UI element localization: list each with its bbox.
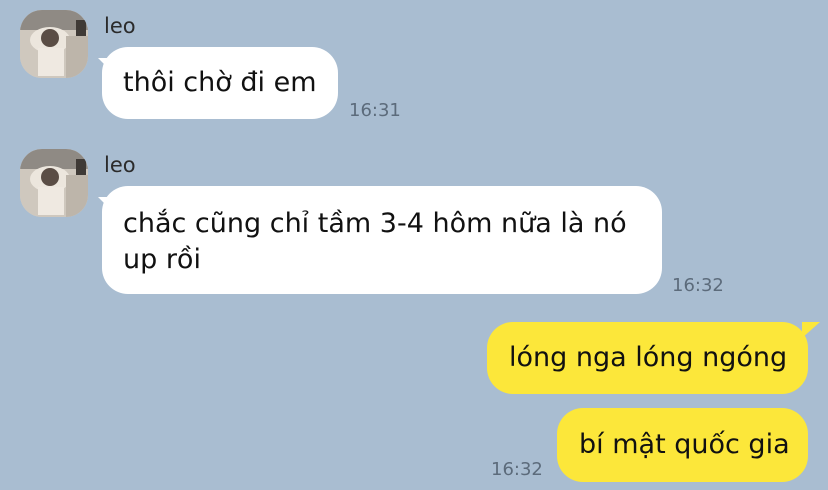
message-bubble-incoming[interactable]: thôi chờ đi em: [102, 47, 338, 119]
avatar[interactable]: [20, 149, 88, 217]
message-time: 16:31: [349, 100, 401, 121]
message-bubble-outgoing[interactable]: lóng nga lóng ngóng: [487, 322, 808, 394]
sender-name: leo: [104, 14, 136, 38]
message-bubble-incoming[interactable]: chắc cũng chỉ tầm 3-4 hôm nữa là nó up r…: [102, 186, 662, 294]
sender-name: leo: [104, 153, 136, 177]
avatar[interactable]: [20, 10, 88, 78]
message-time: 16:32: [672, 275, 724, 296]
avatar-photo-icon: [20, 149, 88, 217]
avatar-photo-icon: [20, 10, 88, 78]
message-time: 16:32: [491, 459, 543, 480]
message-bubble-outgoing[interactable]: bí mật quốc gia: [557, 408, 808, 482]
chat-area: leo thôi chờ đi em 16:31 leo chắc cũng c…: [0, 0, 828, 490]
